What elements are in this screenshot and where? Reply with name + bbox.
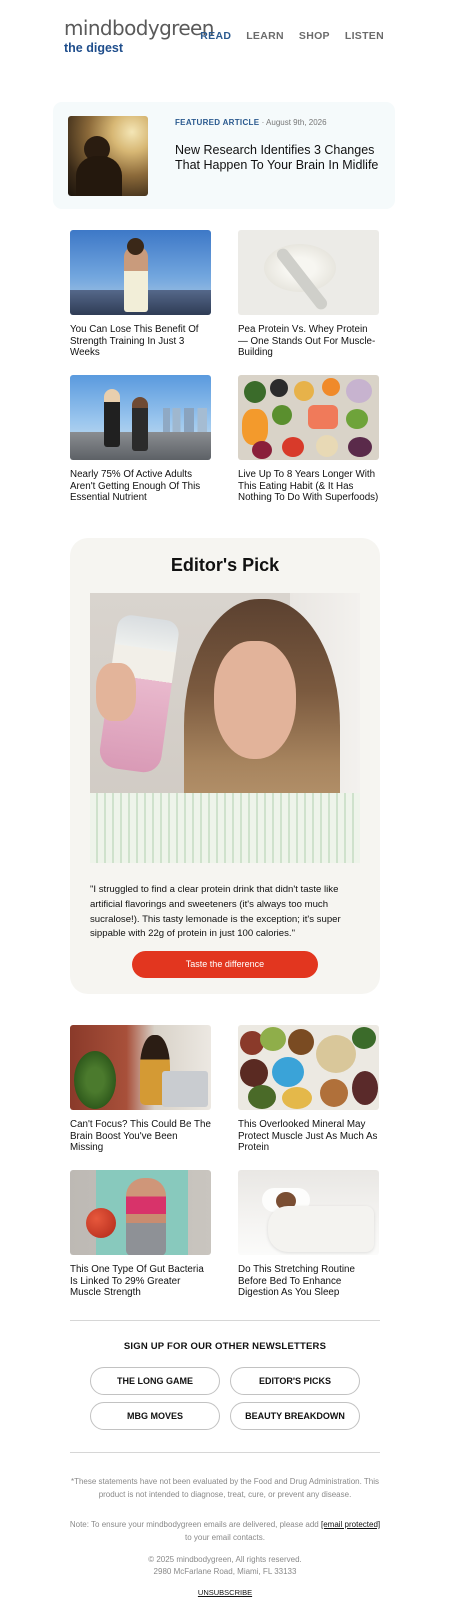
featured-article-title[interactable]: New Research Identifies 3 Changes That H…	[175, 143, 385, 173]
article-card[interactable]: Live Up To 8 Years Longer With This Eati…	[238, 375, 379, 504]
image-food-bowl	[322, 378, 340, 396]
unsubscribe-row: UNSUBSCRIBE	[0, 1586, 450, 1599]
image-food-bowl	[260, 1027, 286, 1051]
contact-email-link[interactable]: [email protected]	[321, 1520, 380, 1529]
logo-wordmark: mindbodygreen	[64, 16, 214, 40]
article-card[interactable]: Nearly 75% Of Active Adults Aren't Getti…	[70, 375, 211, 504]
nav-read[interactable]: READ	[200, 30, 231, 42]
image-runner-shape	[104, 389, 120, 447]
article-image-sleep[interactable]	[238, 1170, 379, 1255]
featured-article-date: August 9th, 2026	[266, 118, 327, 127]
article-title[interactable]: This Overlooked Mineral May Protect Musc…	[238, 1119, 379, 1154]
article-image-protein-powder[interactable]	[238, 230, 379, 315]
unsubscribe-link[interactable]: UNSUBSCRIBE	[198, 1588, 252, 1597]
image-food-bowl	[248, 1085, 276, 1109]
nav-learn[interactable]: LEARN	[246, 30, 284, 42]
article-title[interactable]: This One Type Of Gut Bacteria Is Linked …	[70, 1264, 211, 1299]
image-food-bowl	[282, 437, 304, 457]
editors-pick-image[interactable]	[90, 593, 360, 863]
image-sheet-shape	[268, 1206, 374, 1252]
image-food-bowl	[346, 379, 372, 403]
image-food-bowl	[242, 409, 268, 445]
image-food-bowl	[316, 435, 338, 457]
image-food-bowl	[252, 441, 272, 459]
image-food-bowl	[316, 1035, 356, 1073]
image-food-bowl	[282, 1087, 312, 1109]
image-laptop-shape	[162, 1071, 208, 1107]
image-food-bowl	[272, 1057, 304, 1087]
article-image-minerals[interactable]	[238, 1025, 379, 1110]
logo-subtitle: the digest	[64, 41, 124, 55]
image-food-bowl	[308, 405, 338, 429]
featured-article-meta: FEATURED ARTICLE · August 9th, 2026	[175, 118, 327, 127]
image-face-shape	[214, 641, 296, 759]
article-image-workout[interactable]	[70, 1170, 211, 1255]
nav-listen[interactable]: LISTEN	[345, 30, 384, 42]
article-card[interactable]: This Overlooked Mineral May Protect Musc…	[238, 1025, 379, 1154]
article-image-focus[interactable]	[70, 1025, 211, 1110]
editors-pick-section: Editor's Pick "I struggled to find a cle…	[70, 538, 380, 994]
article-title[interactable]: You Can Lose This Benefit Of Strength Tr…	[70, 324, 211, 359]
delivery-note-prefix: Note: To ensure your mindbodygreen email…	[69, 1520, 319, 1529]
featured-image-figure-body	[76, 156, 122, 196]
featured-article-image[interactable]	[68, 116, 148, 196]
image-medicine-ball-shape	[86, 1208, 116, 1238]
nav-shop[interactable]: SHOP	[299, 30, 330, 42]
article-card[interactable]: You Can Lose This Benefit Of Strength Tr…	[70, 230, 211, 359]
image-food-bowl	[352, 1027, 376, 1049]
delivery-note: Note: To ensure your mindbodygreen email…	[0, 1518, 450, 1544]
editors-pick-quote: "I struggled to find a clear protein dri…	[90, 884, 341, 940]
image-head-shape	[127, 238, 144, 255]
article-title[interactable]: Pea Protein Vs. Whey Protein — One Stand…	[238, 324, 379, 359]
email-header: mindbodygreen the digest READ LEARN SHOP…	[0, 0, 450, 80]
image-plant-shape	[74, 1051, 116, 1109]
newsletter-beauty-breakdown-button[interactable]: BEAUTY BREAKDOWN	[230, 1402, 360, 1430]
image-food-bowl	[272, 405, 292, 425]
editors-pick-title: Editor's Pick	[170, 555, 280, 575]
mailing-address: 2980 McFarlane Road, Miami, FL 33133	[153, 1567, 297, 1576]
article-title[interactable]: Do This Stretching Routine Before Bed To…	[238, 1264, 379, 1299]
article-card[interactable]: Can't Focus? This Could Be The Brain Boo…	[70, 1025, 211, 1154]
article-card[interactable]: Pea Protein Vs. Whey Protein — One Stand…	[238, 230, 379, 359]
article-title[interactable]: Nearly 75% Of Active Adults Aren't Getti…	[70, 469, 211, 504]
article-card[interactable]: This One Type Of Gut Bacteria Is Linked …	[70, 1170, 211, 1299]
newsletter-signup-title: SIGN UP FOR OUR OTHER NEWSLETTERS	[123, 1341, 327, 1352]
image-hand-shape	[96, 663, 136, 721]
image-food-bowl	[346, 409, 368, 429]
section-divider	[70, 1452, 380, 1453]
newsletter-mbg-moves-button[interactable]: MBG MOVES	[90, 1402, 220, 1430]
featured-article-card[interactable]: FEATURED ARTICLE · August 9th, 2026 New …	[53, 102, 395, 209]
top-nav: READ LEARN SHOP LISTEN	[200, 30, 384, 42]
article-card[interactable]: Do This Stretching Routine Before Bed To…	[238, 1170, 379, 1299]
image-food-bowl	[270, 379, 288, 397]
article-image-strength-training[interactable]	[70, 230, 211, 315]
image-runner-shape	[132, 397, 148, 451]
image-food-bowl	[288, 1029, 314, 1055]
article-title[interactable]: Live Up To 8 Years Longer With This Eati…	[238, 469, 379, 504]
image-food-bowl	[320, 1079, 348, 1107]
newsletter-the-long-game-button[interactable]: THE LONG GAME	[90, 1367, 220, 1395]
mindbodygreen-logo[interactable]: mindbodygreen the digest	[64, 16, 214, 56]
image-food-bowl	[244, 381, 266, 403]
taste-the-difference-button[interactable]: Taste the difference	[132, 951, 318, 978]
image-food-bowl	[348, 437, 372, 457]
article-image-healthy-foods[interactable]	[238, 375, 379, 460]
fda-disclaimer: *These statements have not been evaluate…	[70, 1477, 380, 1499]
featured-article-label: FEATURED ARTICLE	[175, 118, 260, 127]
delivery-note-suffix: to your email contacts.	[184, 1533, 266, 1542]
image-person-shape	[124, 246, 148, 312]
image-food-bowl	[352, 1071, 378, 1105]
image-food-bowl	[240, 1059, 268, 1087]
image-skyline-shape	[163, 408, 207, 432]
article-image-runners[interactable]	[70, 375, 211, 460]
section-divider	[70, 1320, 380, 1321]
image-person-shape	[126, 1178, 166, 1255]
newsletter-editors-picks-button[interactable]: EDITOR'S PICKS	[230, 1367, 360, 1395]
image-food-bowl	[294, 381, 314, 401]
article-title[interactable]: Can't Focus? This Could Be The Brain Boo…	[70, 1119, 211, 1154]
image-shirt-shape	[90, 793, 360, 863]
